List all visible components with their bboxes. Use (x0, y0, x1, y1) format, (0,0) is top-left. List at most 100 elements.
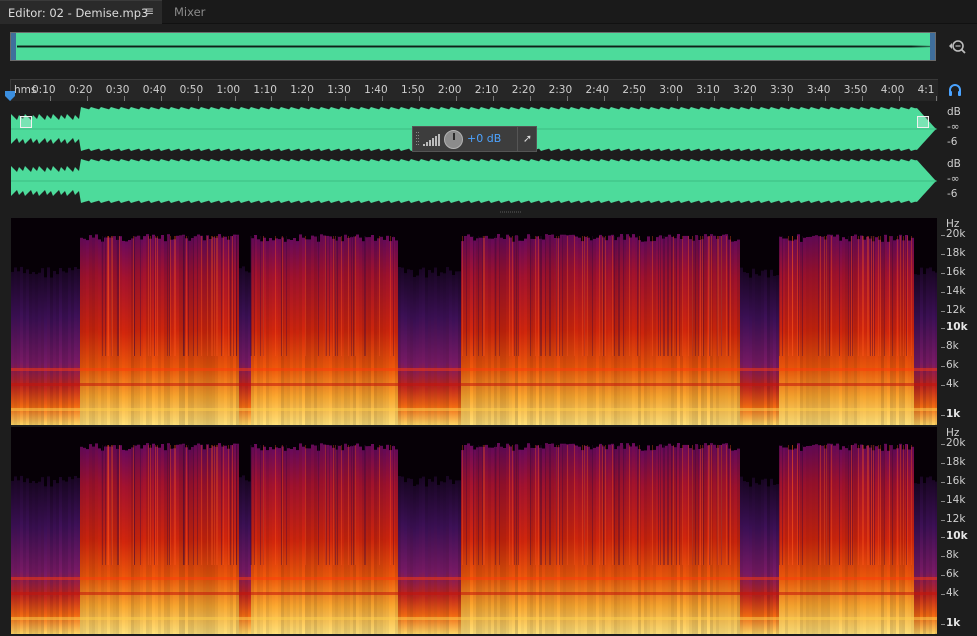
pin-icon[interactable]: ➚ (517, 127, 537, 151)
ruler-tick-label: 3:40 (806, 84, 831, 96)
divider-grip-icon[interactable] (500, 211, 522, 214)
hz-label: 18k (946, 456, 966, 468)
hz-label: 6k (946, 568, 959, 580)
ruler-tick (308, 96, 310, 101)
ruler-tick (824, 96, 826, 101)
hz-label: 14k (946, 494, 966, 506)
fade-in-handle[interactable] (20, 116, 32, 128)
playhead-icon[interactable] (4, 90, 16, 102)
hz-tick (941, 385, 945, 386)
hz-tick (941, 575, 945, 576)
hz-scale-left: Hz 20k 18k 16k 14k 12k 10k 8k 6k 4k 1k (941, 218, 977, 425)
ruler-tick (751, 96, 753, 101)
ruler-tick (492, 96, 494, 101)
ruler-tick-label: 1:00 (216, 84, 241, 96)
db-inf-label: -∞ (947, 173, 960, 185)
ruler-tick-label: 0:50 (179, 84, 204, 96)
hz-label: 4k (946, 378, 959, 390)
hz-tick (941, 347, 945, 348)
ruler-tick-label: 1:30 (327, 84, 351, 96)
hz-label: 4k (946, 587, 959, 599)
db-6-label: -6 (947, 188, 958, 200)
hz-label: 1k (946, 617, 961, 629)
hz-tick (941, 482, 945, 483)
hz-tick (941, 624, 945, 625)
spectrogram-channel-left[interactable] (11, 218, 937, 425)
ruler-tick-label: 3:30 (770, 84, 794, 96)
overview-start-handle[interactable] (11, 33, 16, 60)
headphones-icon[interactable] (947, 82, 963, 98)
hz-label: 12k (946, 513, 966, 525)
ruler-tick-label: 3:20 (733, 84, 757, 96)
ruler-tick-label: 0:30 (105, 84, 130, 96)
ruler-tick (529, 96, 531, 101)
ruler-tick (123, 96, 125, 101)
db-unit-label: dB (947, 158, 961, 170)
ruler-tick-label: 0:10 (32, 84, 56, 96)
ruler-tick (271, 96, 273, 101)
volume-hud[interactable]: +0 dB ➚ (412, 126, 537, 152)
hamburger-icon[interactable]: ≡ (142, 0, 156, 24)
ruler-tick (714, 96, 716, 101)
hz-label: 20k (946, 228, 966, 240)
ruler-tick-label: 1:50 (401, 84, 425, 96)
db-unit-label: dB (947, 106, 961, 118)
ruler-tick (935, 96, 937, 101)
ruler-tick-label: 0:20 (68, 84, 93, 96)
ruler-tick (50, 96, 51, 101)
hz-tick (941, 311, 945, 312)
hz-label: 16k (946, 475, 966, 487)
ruler-tick (640, 96, 642, 101)
panel-divider[interactable] (10, 209, 938, 216)
hz-tick (941, 292, 945, 293)
ruler-tick (419, 96, 420, 101)
ruler-tick-label: 0:40 (142, 84, 167, 96)
spectrogram-channel-right[interactable] (11, 427, 937, 634)
hz-label: 1k (946, 408, 961, 420)
hz-label: 18k (946, 247, 966, 259)
hz-tick (941, 556, 945, 557)
ruler-tick (234, 96, 236, 101)
hz-tick (941, 537, 945, 538)
tab-mixer[interactable]: Mixer (166, 0, 213, 24)
grip-icon[interactable] (416, 132, 419, 148)
fade-out-handle[interactable] (917, 116, 929, 128)
ruler-tick (603, 96, 605, 101)
ruler-tick (382, 96, 384, 101)
ruler-tick (197, 96, 199, 101)
hz-tick (941, 328, 945, 329)
hz-label: 20k (946, 437, 966, 449)
ruler-tick-label: 1:20 (290, 84, 314, 96)
tab-editor[interactable]: Editor: 02 - Demise.mp3 (0, 0, 162, 24)
level-bars-icon (423, 134, 440, 146)
hz-tick (941, 594, 945, 595)
overview-end-handle[interactable] (930, 33, 935, 60)
time-ruler[interactable]: hms 0:10 0:20 0:30 0:40 0:50 1:00 1:10 1:20 1:30… (10, 79, 938, 101)
audition-editor: Editor: 02 - Demise.mp3 ≡ Mixer hms 0:10… (0, 0, 977, 636)
ruler-tick-label: 3:50 (843, 84, 868, 96)
volume-knob-icon[interactable] (444, 130, 463, 149)
hz-tick (941, 366, 945, 367)
hz-tick (941, 254, 945, 255)
waveform-channel-right[interactable] (11, 156, 937, 206)
hz-tick (941, 520, 945, 521)
ruler-tick-label: 4:1 (917, 84, 935, 96)
hz-label: 6k (946, 359, 959, 371)
ruler-tick (788, 96, 789, 101)
ruler-tick-label: 2:00 (437, 84, 462, 96)
hz-label: 14k (946, 285, 966, 297)
zoom-selection-icon[interactable] (947, 37, 967, 57)
ruler-tick (566, 96, 568, 101)
ruler-tick-label: 2:50 (622, 84, 646, 96)
waveform-overview[interactable] (10, 32, 936, 61)
ruler-tick-label: 2:40 (585, 84, 610, 96)
volume-value[interactable]: +0 dB (467, 132, 501, 145)
ruler-tick (86, 96, 88, 101)
hz-tick (941, 463, 945, 464)
tab-mixer-label: Mixer (174, 5, 206, 19)
hz-label: 10k (946, 321, 968, 333)
hz-scale-right: Hz 20k 18k 16k 14k 12k 10k 8k 6k 4k 1k (941, 427, 977, 634)
ruler-tick-label: 2:10 (474, 84, 499, 96)
ruler-tick (160, 96, 162, 101)
hz-tick (941, 501, 945, 502)
